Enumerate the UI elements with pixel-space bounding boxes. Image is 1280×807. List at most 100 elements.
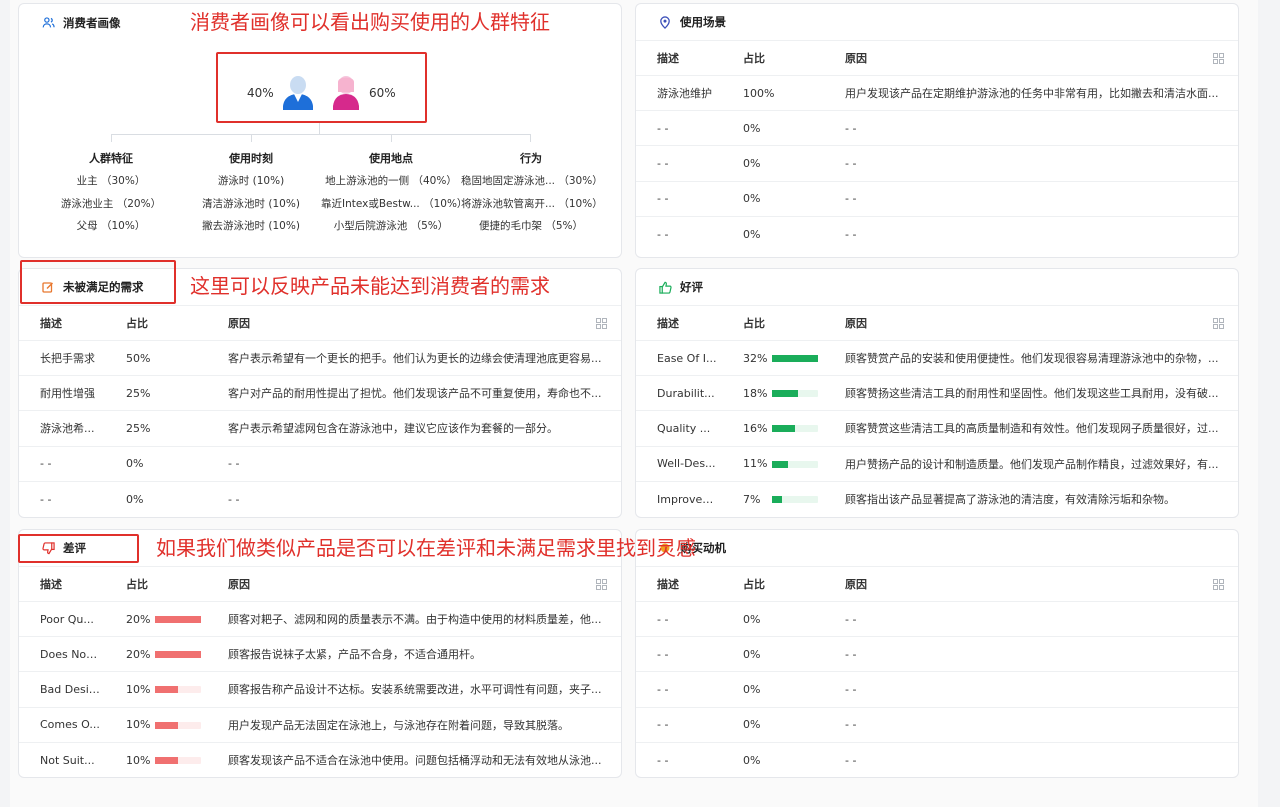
tree-drop-1 (111, 134, 112, 142)
table-header: 描述 占比 原因 (636, 306, 1238, 341)
col-desc: 描述 (657, 317, 679, 330)
table-row[interactable]: - - 0% - - (636, 217, 1238, 252)
col-pct: 占比 (743, 317, 765, 330)
row-pct: 20% (126, 647, 151, 661)
row-reason: 顾客报告称产品设计不达标。安装系统需要改进，水平可调性有问题，夹子... (228, 683, 602, 697)
row-reason: 用户发现产品无法固定在泳池上，与泳池存在附着问题，导致其脱落。 (228, 718, 569, 732)
col-pct: 占比 (126, 317, 148, 330)
percent-bar-fill (155, 616, 201, 623)
row-reason: 顾客对耙子、滤网和网的质量表示不满。由于构造中使用的材料质量差，他... (228, 613, 602, 627)
row-pct: 0% (126, 492, 144, 506)
table-row[interactable]: - - 0% - - (636, 111, 1238, 147)
persona-item: 清洁游泳池时 (10%) (202, 197, 300, 210)
row-reason: 客户表示希望有一个更长的把手。他们认为更长的边缘会使清理池底更容易... (228, 352, 602, 366)
row-desc: - - (657, 718, 669, 732)
col-reason: 原因 (845, 578, 867, 591)
row-reason: 顾客指出该产品显著提高了游泳池的清洁度，有效清除污垢和杂物。 (845, 493, 1175, 507)
table-row[interactable]: - - 0% - - (636, 672, 1238, 708)
table-row[interactable]: Ease Of I... 32% 顾客赞赏产品的安装和使用便捷性。他们发现很容易清理… (636, 341, 1238, 377)
col-reason: 原因 (228, 578, 250, 591)
row-desc: - - (657, 121, 669, 135)
row-reason: - - (845, 718, 857, 732)
grid-icon[interactable] (596, 579, 607, 590)
row-desc: Not Suit... (40, 753, 95, 767)
table-row[interactable]: Not Suit... 10% 顾客发现该产品不适合在泳池中使用。问题包括桶浮动和无… (19, 743, 621, 777)
annotation-negative: 如果我们做类似产品是否可以在差评和未满足需求里找到灵感 (156, 536, 696, 560)
percent-bar (155, 686, 201, 694)
percent-bar-fill (772, 425, 795, 433)
table-row[interactable]: - - 0% - - (636, 182, 1238, 217)
positive-header: 好评 (636, 269, 1238, 306)
table-header: 描述 占比 原因 (19, 306, 621, 341)
negative-card: 差评 描述 占比 原因 Poor Qu... 20% 顾客对耙子、滤网和网的质量表示… (18, 529, 622, 778)
row-desc: Improves... (657, 492, 717, 506)
grid-icon[interactable] (596, 318, 607, 329)
table-row[interactable]: - - 0% - - (636, 743, 1238, 777)
persona-item: 小型后院游泳池 （5%） (333, 220, 449, 232)
table-row[interactable]: Does Not... 20% 顾客报告说袜子太紧，产品不合身，不适合通用杆。 (19, 637, 621, 673)
row-desc: 耐用性增强 (40, 387, 95, 401)
table-row[interactable]: Durabilit... 18% 顾客赞扬这些清洁工具的耐用性和坚固性。他们发现这些… (636, 376, 1238, 412)
table-row[interactable]: 长把手需求 50% 客户表示希望有一个更长的把手。他们认为更长的边缘会使清理池底更容… (19, 341, 621, 377)
row-pct: 50% (126, 351, 151, 365)
col-desc: 描述 (657, 578, 679, 591)
tree-drop-2 (251, 134, 252, 142)
table-row[interactable]: Poor Qu... 20% 顾客对耙子、滤网和网的质量表示不满。由于构造中使用的材… (19, 602, 621, 638)
row-pct: 10% (126, 753, 151, 767)
col-reason: 原因 (845, 317, 867, 330)
percent-bar-fill (155, 756, 178, 764)
table-row[interactable]: - - 0% - - (636, 602, 1238, 638)
row-desc: - - (657, 612, 669, 626)
col-desc: 描述 (657, 52, 679, 65)
positive-title: 好评 (680, 280, 703, 294)
percent-bar-fill (772, 495, 783, 503)
row-pct: 0% (743, 192, 761, 206)
grid-icon[interactable] (1213, 318, 1224, 329)
row-reason: - - (845, 227, 857, 241)
table-row[interactable]: 游泳池希... 25% 客户表示希望滤网包含在游泳池中，建议它应该作为套餐的一部分。 (19, 411, 621, 447)
persona-col-header: 使用时刻 (229, 152, 273, 165)
table-row[interactable]: Improves... 7% 顾客指出该产品显著提高了游泳池的清洁度，有效清除污垢和… (636, 482, 1238, 517)
table-row[interactable]: - - 0% - - (636, 146, 1238, 182)
col-desc: 描述 (40, 317, 62, 330)
table-row[interactable]: - - 0% - - (636, 708, 1238, 743)
row-pct: 10% (126, 682, 151, 696)
persona-col-place: 使用地点 地上游泳池的一侧 （40%） 靠近Intex或Bestw... （10… (321, 150, 467, 243)
row-pct: 0% (743, 647, 761, 661)
table-row[interactable]: - - 0% - - (19, 482, 621, 517)
table-row[interactable]: - - 0% - - (19, 447, 621, 482)
row-pct: 16% (743, 421, 768, 435)
grid-icon[interactable] (1213, 579, 1224, 590)
persona-col-header: 人群特征 (89, 152, 133, 165)
row-desc: Poor Qu... (40, 612, 94, 626)
table-row[interactable]: Quality ... 16% 顾客赞赏这些清洁工具的高质量制造和有效性。他们发现网… (636, 411, 1238, 447)
table-header: 描述 占比 原因 (19, 567, 621, 602)
col-reason: 原因 (228, 317, 250, 330)
row-reason: 顾客赞扬这些清洁工具的耐用性和坚固性。他们发现这些工具耐用，没有破... (845, 387, 1219, 401)
row-desc: - - (40, 492, 52, 506)
persona-item: 业主 （30%） (76, 175, 146, 187)
row-reason: 用户赞扬产品的设计和制造质量。他们发现产品制作精良，过滤效果好，有... (845, 457, 1219, 471)
table-row[interactable]: Bad Design 10% 顾客报告称产品设计不达标。安装系统需要改进，水平可调性… (19, 672, 621, 708)
row-reason: - - (845, 121, 857, 135)
percent-bar-fill (772, 460, 788, 468)
row-desc: Does Not... (40, 647, 100, 661)
table-row[interactable]: 耐用性增强 25% 客户对产品的耐用性提出了担忧。他们发现该产品不可重复使用，寿命也… (19, 376, 621, 412)
thumbs-up-icon (658, 280, 672, 294)
row-pct: 0% (743, 718, 761, 732)
persona-item: 稳固地固定游泳池... （30%） (461, 175, 603, 187)
table-row[interactable]: 游泳池维护 100% 用户发现该产品在定期维护游泳池的任务中非常有用，比如撇去和清洁… (636, 76, 1238, 112)
table-row[interactable]: Well-Des... 11% 用户赞扬产品的设计和制造质量。他们发现产品制作精良，… (636, 447, 1238, 482)
grid-icon[interactable] (1213, 53, 1224, 64)
highlight-gender-box (216, 52, 427, 123)
row-reason: 客户表示希望滤网包含在游泳池中，建议它应该作为套餐的一部分。 (228, 422, 558, 436)
row-desc: 游泳池维护 (657, 87, 712, 101)
row-reason: - - (228, 492, 240, 506)
row-desc: Comes O... (40, 718, 100, 732)
table-row[interactable]: - - 0% - - (636, 637, 1238, 673)
row-pct: 0% (743, 612, 761, 626)
unmet-rows: 长把手需求 50% 客户表示希望有一个更长的把手。他们认为更长的边缘会使清理池底更容… (19, 341, 621, 517)
annotation-unmet: 这里可以反映产品未能达到消费者的需求 (190, 274, 550, 298)
persona-col-behavior: 行为 稳固地固定游泳池... （30%） 将游泳池软管离开... （10%） 便… (461, 150, 603, 243)
table-row[interactable]: Comes O... 10% 用户发现产品无法固定在泳池上，与泳池存在附着问题，导致… (19, 708, 621, 743)
